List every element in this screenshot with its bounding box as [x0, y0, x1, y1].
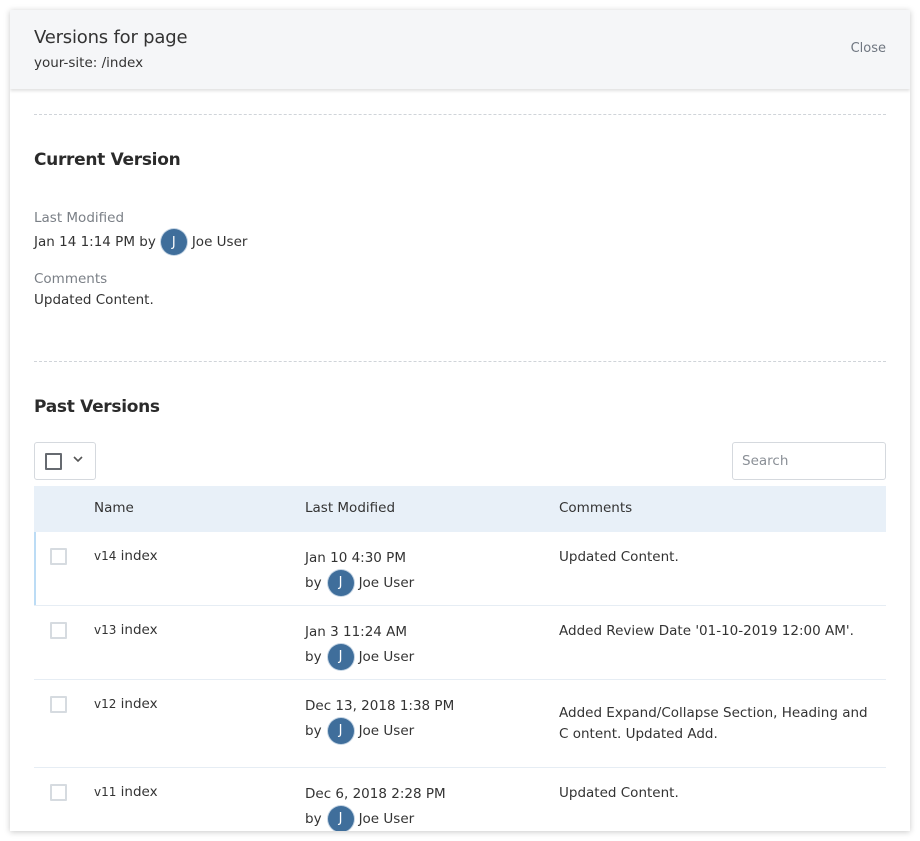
last-modified-cell: Dec 6, 2018 2:28 PM by J Joe User — [305, 783, 446, 831]
chevron-down-icon[interactable] — [72, 453, 84, 468]
modal-subtitle: your-site: /index — [34, 55, 144, 71]
row-checkbox[interactable] — [50, 784, 67, 801]
page-name: index — [120, 696, 158, 712]
version-number: v11 — [94, 785, 117, 799]
version-name[interactable]: v11 index — [94, 784, 158, 800]
user-name: Joe User — [358, 649, 415, 665]
by-label: by — [305, 723, 322, 739]
page-name: index — [120, 784, 158, 800]
modified-by: by J Joe User — [305, 570, 414, 596]
modified-by: by J Joe User — [305, 806, 446, 831]
by-label: by — [305, 649, 322, 665]
table-row[interactable]: v14 index Jan 10 4:30 PM by J Joe User U… — [34, 532, 886, 606]
current-version-title: Current Version — [34, 150, 181, 170]
page-name: index — [120, 622, 158, 638]
avatar: J — [327, 644, 354, 670]
last-modified-cell: Jan 10 4:30 PM by J Joe User — [305, 547, 414, 596]
user-name: Joe User — [358, 723, 415, 739]
versions-table: Name Last Modified Comments v14 index Ja… — [34, 486, 886, 831]
version-number: v12 — [94, 697, 117, 711]
column-header-name[interactable]: Name — [94, 500, 134, 516]
user-name: Joe User — [358, 811, 415, 827]
comment-cell: Added Review Date '01-10-2019 12:00 AM'. — [559, 623, 854, 639]
modified-date: Jan 10 4:30 PM — [305, 550, 406, 566]
version-name[interactable]: v12 index — [94, 696, 158, 712]
checkbox-icon[interactable] — [45, 453, 62, 470]
avatar: J — [327, 718, 354, 744]
versions-modal: Versions for page your-site: /index Clos… — [10, 10, 910, 831]
bulk-select-dropdown[interactable] — [34, 442, 96, 480]
modal-title: Versions for page — [34, 27, 188, 48]
avatar: J — [160, 229, 187, 255]
close-button[interactable]: Close — [851, 41, 886, 56]
by-label: by — [305, 811, 322, 827]
table-row[interactable]: v12 index Dec 13, 2018 1:38 PM by J Joe … — [34, 680, 886, 768]
page-name: index — [120, 548, 158, 564]
comment-cell: Updated Content. — [559, 549, 679, 565]
section-divider — [34, 114, 886, 115]
last-modified-text: Jan 14 1:14 PM by — [34, 234, 156, 250]
section-divider — [34, 361, 886, 362]
last-modified-cell: Dec 13, 2018 1:38 PM by J Joe User — [305, 695, 454, 744]
comments-label: Comments — [34, 271, 108, 287]
modal-body: Current Version Last Modified Jan 14 1:1… — [10, 89, 910, 831]
by-label: by — [305, 575, 322, 591]
version-name[interactable]: v14 index — [94, 548, 158, 564]
avatar: J — [327, 806, 354, 831]
modified-date: Dec 6, 2018 2:28 PM — [305, 786, 446, 802]
modified-date: Dec 13, 2018 1:38 PM — [305, 698, 455, 714]
row-checkbox[interactable] — [50, 696, 67, 713]
comments-value: Updated Content. — [34, 292, 154, 308]
comment-cell: Updated Content. — [559, 785, 679, 801]
row-checkbox[interactable] — [50, 622, 67, 639]
column-header-comments[interactable]: Comments — [559, 500, 632, 516]
user-name: Joe User — [191, 234, 248, 250]
version-number: v14 — [94, 549, 117, 563]
version-name[interactable]: v13 index — [94, 622, 158, 638]
last-modified-label: Last Modified — [34, 210, 125, 226]
column-header-last-modified[interactable]: Last Modified — [305, 500, 395, 516]
modified-by: by J Joe User — [305, 644, 414, 670]
user-name: Joe User — [358, 575, 415, 591]
row-checkbox[interactable] — [50, 548, 67, 565]
table-row[interactable]: v13 index Jan 3 11:24 AM by J Joe User A… — [34, 606, 886, 680]
modified-by: by J Joe User — [305, 718, 454, 744]
modified-date: Jan 3 11:24 AM — [305, 624, 408, 640]
version-number: v13 — [94, 623, 117, 637]
comment-cell: Added Expand/Collapse Section, Heading a… — [559, 705, 868, 742]
search-input[interactable] — [732, 442, 886, 480]
last-modified-cell: Jan 3 11:24 AM by J Joe User — [305, 621, 414, 670]
avatar: J — [327, 570, 354, 596]
table-header: Name Last Modified Comments — [34, 486, 886, 532]
past-versions-title: Past Versions — [34, 397, 160, 417]
last-modified-value: Jan 14 1:14 PM by J Joe User — [34, 229, 247, 255]
table-row[interactable]: v11 index Dec 6, 2018 2:28 PM by J Joe U… — [34, 768, 886, 831]
modal-header: Versions for page your-site: /index Clos… — [10, 10, 910, 89]
